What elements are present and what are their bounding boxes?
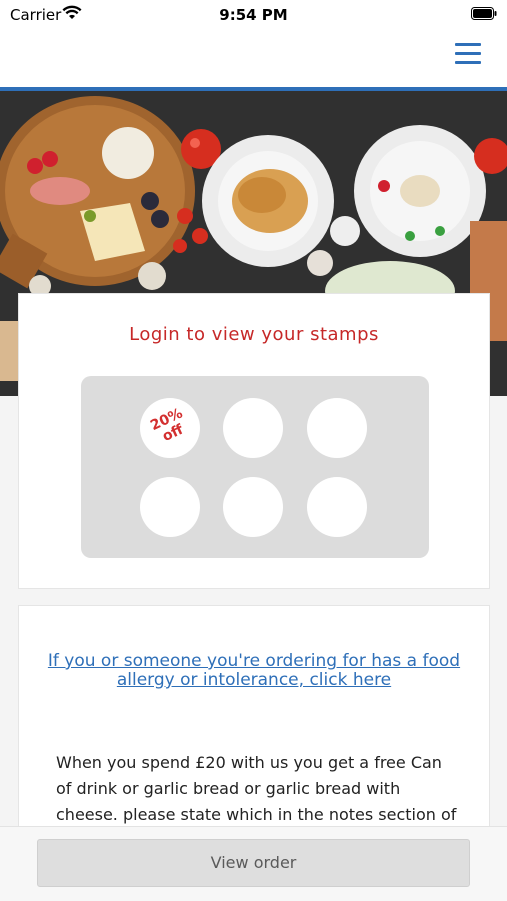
- stamp-slot: [307, 398, 367, 458]
- battery-icon: [471, 7, 497, 20]
- stamp-grid: 20% off: [81, 376, 429, 558]
- stamp-slot: [223, 477, 283, 537]
- bottom-bar: View order: [0, 826, 507, 901]
- stamp-slot: [223, 398, 283, 458]
- nav-bar: [0, 30, 507, 87]
- stamp-card-title: Login to view your stamps: [129, 324, 379, 345]
- stamp-slot: [307, 477, 367, 537]
- offer-description: When you spend £20 with us you get a fre…: [56, 753, 457, 824]
- stamp-card: Login to view your stamps 20% off: [18, 293, 490, 589]
- info-card: If you or someone you're ordering for ha…: [18, 605, 490, 845]
- hamburger-menu-icon[interactable]: [455, 40, 483, 68]
- status-bar: Carrier 9:54 PM: [0, 0, 507, 30]
- allergy-info-link[interactable]: If you or someone you're ordering for ha…: [39, 652, 469, 690]
- stamp-slot-reward: 20% off: [140, 398, 200, 458]
- stamp-slot: [140, 477, 200, 537]
- view-order-button[interactable]: View order: [37, 839, 470, 887]
- reward-label: 20% off: [136, 401, 203, 454]
- clock: 9:54 PM: [219, 6, 288, 24]
